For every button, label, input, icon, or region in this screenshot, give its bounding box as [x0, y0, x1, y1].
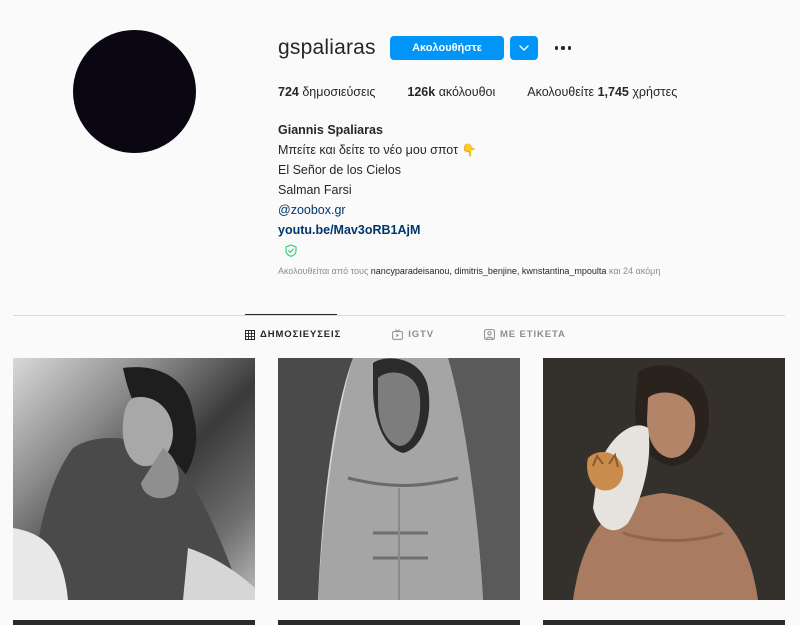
post-image	[543, 358, 785, 600]
bio-line: Μπείτε και δείτε το νέο μου σποτ 👇	[278, 140, 476, 160]
followed-by-text[interactable]: Ακολουθείται από τους nancyparadeisanou,…	[278, 266, 660, 276]
chevron-down-icon	[519, 45, 529, 51]
post-image	[278, 358, 520, 600]
bio-mention-link[interactable]: @zoobox.gr	[278, 200, 476, 220]
post-thumbnail[interactable]	[543, 358, 785, 600]
post-thumbnail[interactable]	[543, 620, 785, 625]
more-dot-icon	[567, 46, 572, 50]
followers-label: ακόλουθοι	[438, 85, 496, 99]
following-suffix: χρήστες	[632, 85, 678, 99]
tab-posts-label: ΔΗΜΟΣΙΕΥΣΕΙΣ	[260, 329, 342, 340]
followers-stat[interactable]: 126k ακόλουθοι	[407, 85, 495, 99]
post-thumbnail[interactable]	[13, 620, 255, 625]
post-thumbnail[interactable]	[13, 358, 255, 600]
profile-actions: Ακολουθήστε	[278, 36, 678, 60]
followed-by-users[interactable]: nancyparadeisanou, dimitris_benjine, kwn…	[371, 266, 607, 276]
tab-posts[interactable]: ΔΗΜΟΣΙΕΥΣΕΙΣ	[245, 329, 341, 340]
more-dot-icon	[561, 46, 565, 50]
following-count: 1,745	[597, 85, 629, 99]
post-image	[13, 367, 255, 600]
posts-count: 724	[278, 85, 299, 99]
bio-line-text: Μπείτε και δείτε το νέο μου σποτ	[278, 143, 459, 157]
followers-count: 126k	[407, 85, 436, 99]
posts-grid-next-row	[13, 620, 785, 625]
bio-line: Salman Farsi	[278, 183, 352, 197]
posts-label: δημοσιεύσεις	[302, 85, 376, 99]
tab-tagged[interactable]: ΜΕ ΕΤΙΚΕΤΑ	[484, 329, 566, 340]
profile-tabs: ΔΗΜΟΣΙΕΥΣΕΙΣ IGTV ΜΕ ΕΤΙΚΕΤΑ	[245, 329, 566, 340]
more-options-button[interactable]	[553, 38, 573, 58]
profile-bio: Giannis Spaliaras Μπείτε και δείτε το νέ…	[278, 120, 476, 257]
followed-by-prefix: Ακολουθείται από τους	[278, 266, 369, 276]
bio-line: El Señor de los Cielos	[278, 163, 401, 177]
follow-button[interactable]: Ακολουθήστε	[390, 36, 504, 60]
tab-igtv-label: IGTV	[408, 329, 434, 340]
following-prefix: Ακολουθείτε	[527, 85, 595, 99]
pointing-down-emoji-icon: 👇	[461, 143, 477, 157]
tagged-icon	[484, 329, 495, 340]
posts-grid	[13, 358, 785, 600]
profile-full-name: Giannis Spaliaras	[278, 123, 383, 137]
suggested-accounts-button[interactable]	[510, 36, 538, 60]
profile-avatar[interactable]	[73, 30, 196, 153]
more-dot-icon	[554, 46, 559, 50]
active-tab-indicator	[245, 314, 337, 315]
bio-website-link[interactable]: youtu.be/Mav3oRB1AjM	[278, 220, 476, 240]
profile-stats: 724 δημοσιεύσεις 126k ακόλουθοι Ακολουθε…	[278, 85, 709, 99]
grid-icon	[245, 329, 255, 340]
followed-by-suffix: και 24 ακόμη	[608, 266, 661, 276]
tab-igtv[interactable]: IGTV	[392, 329, 434, 340]
post-thumbnail[interactable]	[278, 358, 520, 600]
tab-tagged-label: ΜΕ ΕΤΙΚΕΤΑ	[499, 329, 566, 340]
post-thumbnail[interactable]	[278, 620, 520, 625]
profile-divider	[13, 315, 785, 316]
following-stat[interactable]: Ακολουθείτε 1,745 χρήστες	[527, 85, 677, 99]
verified-shield-icon	[285, 244, 297, 257]
posts-stat: 724 δημοσιεύσεις	[278, 85, 375, 99]
igtv-icon	[392, 329, 404, 340]
